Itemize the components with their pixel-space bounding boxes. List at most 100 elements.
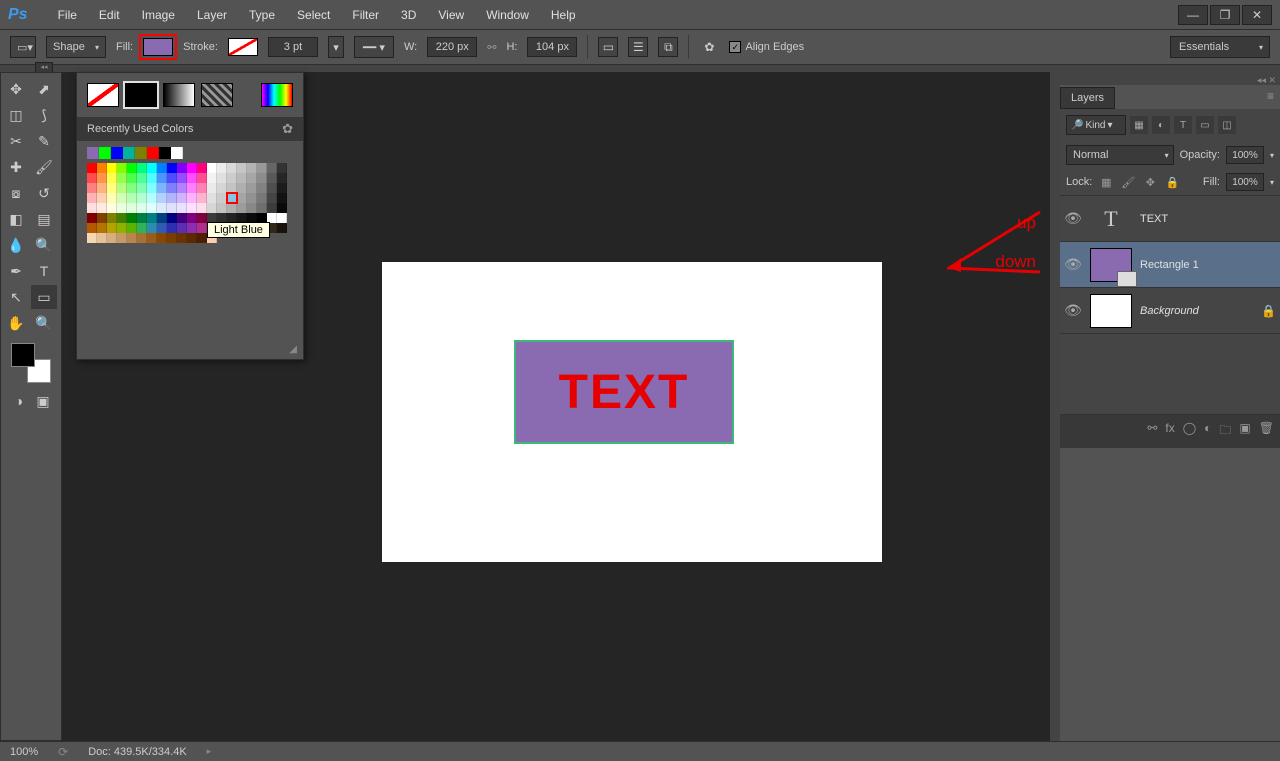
color-swatch[interactable] [137, 233, 147, 243]
shape-preset-button[interactable]: ▭▾ [10, 36, 36, 58]
color-swatch[interactable] [137, 213, 147, 223]
menu-file[interactable]: File [48, 4, 87, 26]
color-swatch[interactable] [127, 163, 137, 173]
fill-dropdown-icon[interactable]: ▾ [1270, 178, 1274, 187]
brush-tool[interactable]: 🖌 [31, 155, 57, 179]
recent-swatch[interactable] [123, 147, 135, 159]
color-swatch[interactable] [207, 203, 217, 213]
color-swatch[interactable] [237, 183, 247, 193]
color-swatch[interactable] [157, 213, 167, 223]
color-swatch[interactable] [117, 223, 127, 233]
fill-none-button[interactable] [87, 83, 119, 107]
color-swatch[interactable] [97, 163, 107, 173]
color-swatch[interactable] [247, 203, 257, 213]
color-swatch[interactable] [217, 203, 227, 213]
status-arrow-icon[interactable]: ▸ [207, 746, 212, 757]
color-swatch[interactable] [197, 163, 207, 173]
filter-adjustment-icon[interactable]: ◐ [1152, 116, 1170, 134]
color-swatch[interactable] [157, 173, 167, 183]
color-swatch[interactable] [207, 173, 217, 183]
color-swatch[interactable] [117, 183, 127, 193]
new-layer-icon[interactable]: ▣ [1239, 421, 1250, 442]
color-swatch[interactable] [107, 183, 117, 193]
eraser-tool[interactable]: ◧ [3, 207, 29, 231]
color-swatch[interactable] [267, 173, 277, 183]
color-swatch[interactable] [97, 233, 107, 243]
color-swatch[interactable] [117, 213, 127, 223]
color-swatch[interactable] [167, 213, 177, 223]
path-arrangement-button[interactable]: ⧉ [658, 37, 678, 57]
filter-shape-icon[interactable]: ▭ [1196, 116, 1214, 134]
filter-type-icon[interactable]: T [1174, 116, 1192, 134]
zoom-level[interactable]: 100% [10, 746, 38, 758]
color-swatch[interactable] [237, 173, 247, 183]
color-swatch[interactable] [197, 233, 207, 243]
color-swatch[interactable] [197, 223, 207, 233]
filter-smart-icon[interactable]: ◫ [1218, 116, 1236, 134]
fill-solid-button[interactable] [125, 83, 157, 107]
color-swatch[interactable] [107, 213, 117, 223]
color-swatch[interactable] [107, 223, 117, 233]
layer-mask-icon[interactable]: ◯ [1183, 421, 1196, 442]
color-swatch[interactable] [117, 233, 127, 243]
canvas-text-layer[interactable]: TEXT [559, 365, 690, 420]
lock-position-icon[interactable]: ✥ [1142, 174, 1158, 190]
color-swatch[interactable] [217, 183, 227, 193]
color-swatch[interactable] [137, 173, 147, 183]
color-swatch[interactable] [187, 233, 197, 243]
menu-select[interactable]: Select [287, 4, 340, 26]
document-canvas[interactable]: TEXT [382, 262, 882, 562]
color-swatch[interactable] [107, 173, 117, 183]
blur-tool[interactable]: 💧 [3, 233, 29, 257]
color-swatch[interactable] [87, 183, 97, 193]
opacity-dropdown-icon[interactable]: ▾ [1270, 151, 1274, 160]
rectangle-tool[interactable]: ▭ [31, 285, 57, 309]
color-swatch[interactable] [107, 203, 117, 213]
color-swatch[interactable] [137, 183, 147, 193]
color-swatch[interactable] [177, 233, 187, 243]
history-brush-tool[interactable]: ↺ [31, 181, 57, 205]
stroke-style-select[interactable]: ━━ ▾ [354, 36, 394, 58]
stamp-tool[interactable]: ⧇ [3, 181, 29, 205]
marquee-tool[interactable]: ◫ [3, 103, 29, 127]
gradient-tool[interactable]: ▤ [31, 207, 57, 231]
fill-color-swatch[interactable] [143, 38, 173, 56]
color-swatch[interactable] [197, 193, 207, 203]
color-swatch[interactable] [157, 223, 167, 233]
color-swatch[interactable] [157, 203, 167, 213]
color-swatch[interactable] [277, 193, 287, 203]
layer-visibility-toggle[interactable]: 👁 [1064, 210, 1082, 227]
color-swatch[interactable] [247, 183, 257, 193]
color-swatch[interactable] [137, 223, 147, 233]
color-swatch[interactable] [217, 193, 227, 203]
color-swatch[interactable] [87, 223, 97, 233]
color-swatch[interactable] [127, 223, 137, 233]
color-swatch[interactable] [257, 173, 267, 183]
color-swatch[interactable] [277, 163, 287, 173]
color-swatch[interactable] [167, 163, 177, 173]
color-swatch[interactable] [187, 193, 197, 203]
menu-help[interactable]: Help [541, 4, 586, 26]
fill-opacity-input[interactable] [1226, 173, 1264, 191]
crop-tool[interactable]: ✂ [3, 129, 29, 153]
color-swatch[interactable] [107, 233, 117, 243]
color-swatch[interactable] [147, 213, 157, 223]
color-picker-button[interactable] [261, 83, 293, 107]
color-swatch[interactable] [87, 233, 97, 243]
color-swatch[interactable] [87, 203, 97, 213]
recent-swatch[interactable] [147, 147, 159, 159]
color-swatch[interactable] [217, 163, 227, 173]
color-swatch[interactable] [227, 163, 237, 173]
dodge-tool[interactable]: 🔍 [31, 233, 57, 257]
color-swatch[interactable] [117, 203, 127, 213]
color-swatch[interactable] [97, 203, 107, 213]
color-swatch[interactable] [267, 163, 277, 173]
color-swatch[interactable] [257, 183, 267, 193]
color-swatch[interactable] [87, 213, 97, 223]
color-swatch[interactable] [197, 183, 207, 193]
color-swatch[interactable] [167, 173, 177, 183]
layer-row-rectangle[interactable]: 👁 Rectangle 1 [1060, 242, 1280, 288]
fill-pattern-button[interactable] [201, 83, 233, 107]
path-operations-button[interactable]: ▭ [598, 37, 618, 57]
color-swatch[interactable] [147, 173, 157, 183]
